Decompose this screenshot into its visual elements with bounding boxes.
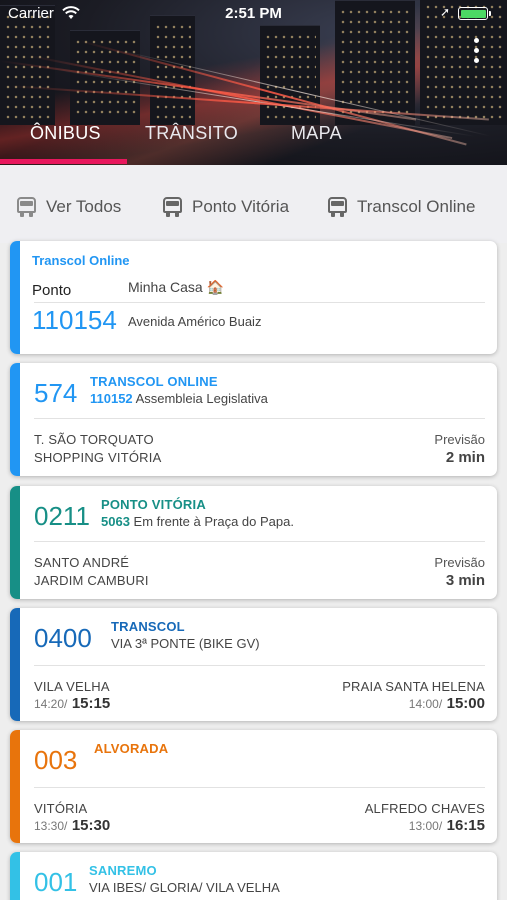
favorite-stop-card[interactable]: Transcol Online Ponto Minha Casa 🏠 11015… bbox=[10, 241, 497, 354]
bus-icon bbox=[162, 197, 183, 217]
route-number: 0211 bbox=[34, 501, 90, 531]
route-number: 003 bbox=[34, 745, 78, 775]
bus-card[interactable]: 003 ALVORADA VITÓRIA 13:30/ 15:30 ALFRED… bbox=[10, 730, 497, 843]
divider bbox=[34, 302, 485, 303]
stop-name: Em frente à Praça do Papa. bbox=[133, 514, 294, 529]
route-number: 574 bbox=[34, 378, 78, 408]
origin-scheduled-time: 14:20/ bbox=[34, 697, 68, 711]
origin-name: VILA VELHA bbox=[34, 679, 110, 694]
filter-label: Transcol Online bbox=[357, 197, 476, 216]
bus-icon bbox=[16, 197, 37, 217]
clock: 2:51 PM bbox=[225, 5, 282, 22]
divider bbox=[34, 787, 485, 788]
route-subtitle: VIA 3ª PONTE (BIKE GV) bbox=[111, 636, 260, 651]
stop-address: Avenida Américo Buaiz bbox=[128, 314, 262, 329]
destination-line2: JARDIM CAMBURI bbox=[34, 573, 149, 588]
forecast-label: Previsão bbox=[434, 432, 485, 447]
stop-code: 5063 bbox=[101, 514, 130, 529]
agency-name: ALVORADA bbox=[94, 741, 169, 756]
destination-line2: SHOPPING VITÓRIA bbox=[34, 450, 162, 465]
divider bbox=[34, 541, 485, 542]
bus-card[interactable]: 001 SANREMO VIA IBES/ GLORIA/ VILA VELHA bbox=[10, 852, 497, 900]
stop-label: Ponto bbox=[32, 282, 72, 299]
destination-scheduled-time: 13:00/ bbox=[408, 819, 443, 833]
origin-time: 15:30 bbox=[71, 817, 111, 834]
battery-icon bbox=[458, 7, 488, 20]
forecast-value: 2 min bbox=[445, 449, 485, 466]
location-arrow-icon: ➚ bbox=[440, 5, 451, 19]
agency-name: TRANSCOL bbox=[111, 619, 185, 634]
route-number: 0400 bbox=[34, 623, 92, 653]
route-subtitle: VIA IBES/ GLORIA/ VILA VELHA bbox=[89, 880, 280, 895]
destination-name: ALFREDO CHAVES bbox=[364, 801, 485, 816]
bus-icon bbox=[327, 197, 348, 217]
destination-line1: SANTO ANDRÉ bbox=[34, 555, 130, 570]
destination-time: 16:15 bbox=[446, 817, 485, 834]
agency-name: PONTO VITÓRIA bbox=[101, 497, 206, 512]
filter-transcol-online[interactable]: Transcol Online bbox=[327, 197, 475, 217]
status-bar: Carrier 2:51 PM ➚ bbox=[0, 0, 507, 28]
filter-ver-todos[interactable]: Ver Todos bbox=[16, 197, 121, 217]
stop-name: Assembleia Legislativa bbox=[135, 391, 268, 406]
filter-ponto-vitoria[interactable]: Ponto Vitória bbox=[162, 197, 289, 217]
origin-scheduled-time: 13:30/ bbox=[34, 819, 68, 833]
bus-card[interactable]: 574 TRANSCOL ONLINE 110152 Assembleia Le… bbox=[10, 363, 497, 476]
tab-selected-indicator bbox=[0, 159, 127, 164]
card-accent bbox=[10, 241, 20, 354]
battery-level bbox=[460, 9, 486, 18]
stop-nickname: Minha Casa 🏠 bbox=[128, 279, 225, 295]
agency-name: SANREMO bbox=[89, 863, 157, 878]
forecast-label: Previsão bbox=[434, 555, 485, 570]
divider bbox=[34, 665, 485, 666]
origin-name: VITÓRIA bbox=[34, 801, 88, 816]
card-accent bbox=[10, 486, 20, 599]
destination-scheduled-time: 14:00/ bbox=[408, 697, 443, 711]
destination-time: 15:00 bbox=[446, 695, 485, 712]
header-banner: Carrier 2:51 PM ➚ ÔNIBUS TRÂNSITO MAPA bbox=[0, 0, 507, 165]
agency-name: TRANSCOL ONLINE bbox=[90, 374, 218, 389]
destination-name: PRAIA SANTA HELENA bbox=[342, 679, 485, 694]
tab-mapa[interactable]: MAPA bbox=[291, 123, 342, 144]
route-number: 001 bbox=[34, 867, 78, 897]
card-accent bbox=[10, 852, 20, 900]
card-accent bbox=[10, 363, 20, 476]
forecast-value: 3 min bbox=[445, 572, 485, 589]
stop-code: 110154 bbox=[32, 305, 117, 335]
card-accent bbox=[10, 730, 20, 843]
tab-bar: ÔNIBUS TRÂNSITO MAPA bbox=[0, 118, 507, 165]
tab-onibus[interactable]: ÔNIBUS bbox=[30, 123, 101, 144]
filter-label: Ver Todos bbox=[46, 197, 122, 216]
card-title: Transcol Online bbox=[32, 253, 130, 268]
stop-code: 110152 bbox=[90, 391, 133, 406]
filter-label: Ponto Vitória bbox=[192, 197, 290, 216]
more-menu-icon[interactable] bbox=[474, 38, 480, 68]
card-accent bbox=[10, 608, 20, 721]
bus-card[interactable]: 0211 PONTO VITÓRIA 5063 Em frente à Praç… bbox=[10, 486, 497, 599]
bus-card[interactable]: 0400 TRANSCOL VIA 3ª PONTE (BIKE GV) VIL… bbox=[10, 608, 497, 721]
origin-time: 15:15 bbox=[71, 695, 111, 712]
divider bbox=[34, 418, 485, 419]
tab-transito[interactable]: TRÂNSITO bbox=[145, 123, 238, 144]
battery-cap bbox=[489, 11, 491, 16]
destination-line1: T. SÃO TORQUATO bbox=[34, 432, 154, 447]
filter-bar: Ver Todos Ponto Vitória Transcol Online bbox=[0, 165, 507, 243]
